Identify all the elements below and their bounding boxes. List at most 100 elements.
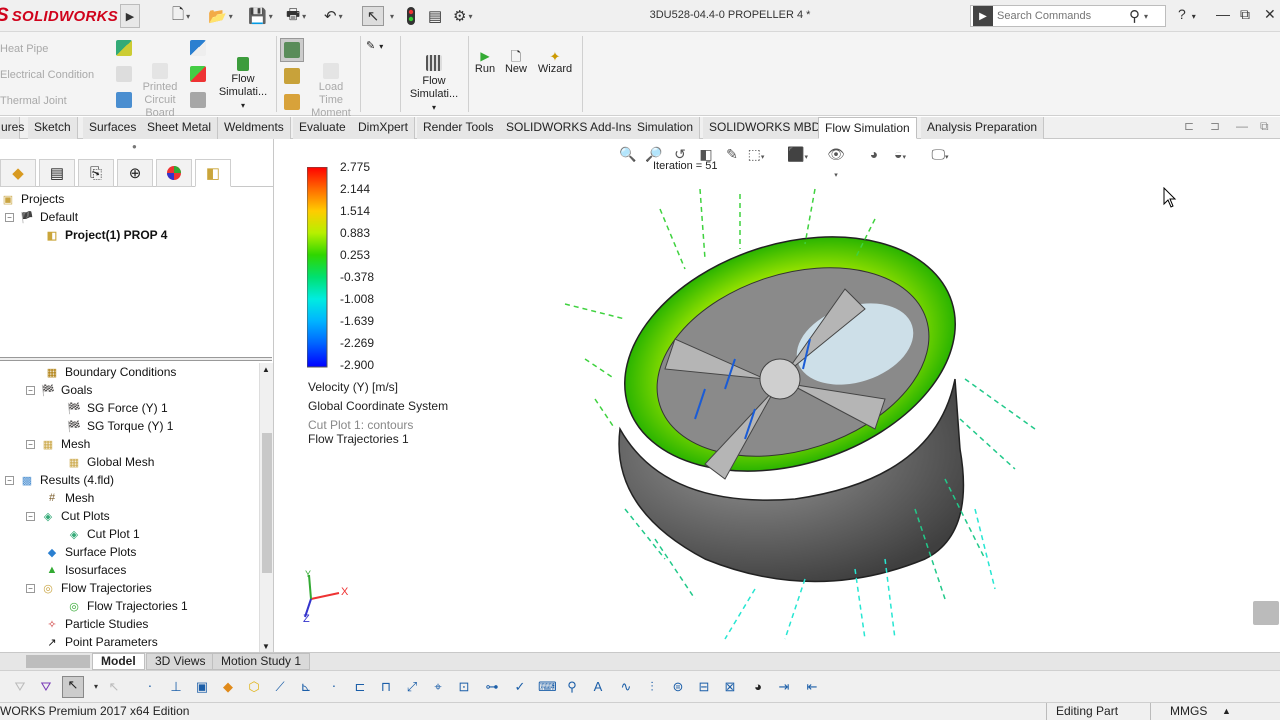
view-orientation-icon[interactable]: ⬚▾ bbox=[747, 145, 765, 163]
tree-global-mesh[interactable]: ▦ Global Mesh bbox=[66, 453, 155, 471]
flow-simulation-analysis-tree-tab-icon[interactable]: ◧ bbox=[195, 159, 231, 187]
edge-tool-icon[interactable]: ⟋ bbox=[272, 679, 288, 695]
text-tool-icon[interactable]: A bbox=[590, 679, 606, 695]
thermal-joint-label[interactable]: Thermal Joint bbox=[0, 95, 67, 107]
tree-projects[interactable]: ▣ Projects bbox=[0, 190, 65, 208]
body-tool-icon[interactable]: ⬡ bbox=[246, 679, 262, 695]
tree-flow-trajectories-1[interactable]: ◎ Flow Trajectories 1 bbox=[66, 597, 188, 615]
pane-splitter[interactable] bbox=[0, 357, 272, 361]
chart-tool-icon[interactable] bbox=[190, 66, 206, 86]
tree-mesh[interactable]: − ▦ Mesh bbox=[26, 435, 90, 453]
select-dropdown-arrow-icon[interactable]: ▾ bbox=[88, 679, 104, 695]
sketch-point-icon[interactable]: ⊓ bbox=[378, 679, 394, 695]
display-manager-tab-icon[interactable] bbox=[156, 159, 192, 187]
tab-simulation[interactable]: Simulation bbox=[631, 117, 701, 139]
display-style-icon[interactable]: ⬛▾ bbox=[787, 145, 808, 163]
propeller-duct-model[interactable] bbox=[555, 179, 1075, 649]
measure-icon[interactable]: ⌨ bbox=[538, 679, 557, 695]
face-tool-icon[interactable]: ▣ bbox=[194, 679, 210, 695]
tree-cut-plot-1[interactable]: ◈ Cut Plot 1 bbox=[66, 525, 140, 543]
edit-appearance-icon[interactable]: ◕ bbox=[865, 145, 883, 163]
export-tool-icon[interactable]: ⇥ bbox=[776, 679, 792, 695]
scrollbar-thumb[interactable] bbox=[262, 433, 272, 573]
task-pane-toggle-icon[interactable] bbox=[1253, 601, 1279, 625]
collapse-icon[interactable]: − bbox=[26, 511, 35, 521]
feature-manager-tab-icon[interactable]: ◆ bbox=[0, 159, 36, 187]
scroll-up-icon[interactable]: ▲ bbox=[262, 365, 270, 374]
selection-filter-icon[interactable]: ⛛ bbox=[38, 679, 54, 695]
tab-features[interactable]: ures bbox=[0, 117, 24, 139]
tree-sg-torque[interactable]: 🏁 SG Torque (Y) 1 bbox=[66, 417, 173, 435]
probe-tool-icon[interactable]: ⊜ bbox=[670, 679, 686, 695]
tab-weldments[interactable]: Weldments bbox=[218, 117, 291, 139]
wizard-button[interactable]: ✦ Wizard bbox=[536, 50, 574, 76]
reference-icon[interactable]: ⌖ bbox=[430, 679, 446, 695]
search-icon[interactable]: ⚲ bbox=[1129, 7, 1140, 25]
select-arrow-icon[interactable]: ↖ bbox=[62, 676, 84, 698]
sketch-segment-icon[interactable]: ⊏ bbox=[352, 679, 368, 695]
surface-tool-icon[interactable]: ◆ bbox=[220, 679, 236, 695]
sketch-pen-icon[interactable]: ✎ ▾ bbox=[366, 40, 383, 53]
close-icon[interactable]: ✕ bbox=[1264, 6, 1276, 23]
doc-restore-icon[interactable]: ⧉ bbox=[1260, 119, 1269, 134]
scroll-down-icon[interactable]: ▼ bbox=[262, 642, 270, 651]
load-time-moment-button[interactable]: Load Time Moment bbox=[308, 50, 354, 120]
tab-solidworks-mbd[interactable]: SOLIDWORKS MBD bbox=[703, 117, 828, 139]
tree-flow-trajectories[interactable]: − ◎ Flow Trajectories bbox=[26, 579, 152, 597]
coordinate-icon[interactable]: ⊡ bbox=[456, 679, 472, 695]
tree-project[interactable]: ◧ Project(1) PROP 4 bbox=[44, 226, 168, 244]
search-input[interactable] bbox=[997, 10, 1127, 22]
tab-flow-simulation[interactable]: Flow Simulation bbox=[818, 117, 917, 139]
tab-render-tools[interactable]: Render Tools bbox=[417, 117, 501, 139]
panel-left-icon[interactable]: ⊏ bbox=[1184, 119, 1194, 133]
filter-disabled-icon[interactable]: ⛛ bbox=[12, 679, 28, 695]
dimxpert-manager-tab-icon[interactable]: ⊕ bbox=[117, 159, 153, 187]
tree-point-parameters[interactable]: ↗ Point Parameters bbox=[44, 633, 157, 651]
tree-particle-studies[interactable]: ✧ Particle Studies bbox=[44, 615, 148, 633]
panel-pin-icon[interactable]: ● bbox=[132, 142, 137, 151]
tab-dimxpert[interactable]: DimXpert bbox=[352, 117, 416, 139]
point-tool-icon[interactable]: ⋅ bbox=[142, 679, 158, 695]
table-tool-icon[interactable]: ⊟ bbox=[696, 679, 712, 695]
tree-scrollbar[interactable]: ▲ ▼ bbox=[259, 363, 273, 653]
apply-scene-icon[interactable]: ◒▾ bbox=[891, 145, 909, 163]
check-icon[interactable]: ✓ bbox=[512, 679, 528, 695]
render-tool-icon[interactable]: ◕ bbox=[750, 679, 766, 695]
tree-boundary-conditions[interactable]: ▦ Boundary Conditions bbox=[44, 363, 177, 381]
run-button[interactable]: ▶ Run bbox=[474, 50, 496, 76]
axis-tool-icon[interactable]: ⊥ bbox=[168, 679, 184, 695]
collapse-icon[interactable]: − bbox=[5, 475, 14, 485]
goal-tool-icon[interactable] bbox=[190, 40, 206, 60]
electrical-condition-label[interactable]: Electrical Condition bbox=[0, 69, 94, 81]
collapse-icon[interactable]: − bbox=[5, 212, 14, 222]
disabled-select-icon[interactable]: ↖ bbox=[106, 679, 122, 695]
collapse-icon[interactable]: − bbox=[26, 385, 35, 395]
tree-results-mesh[interactable]: # Mesh bbox=[44, 489, 94, 507]
calc-region-icon[interactable] bbox=[284, 68, 300, 88]
heat-pipe-label[interactable]: Heat Pipe bbox=[0, 43, 48, 55]
new-button[interactable]: 🗋 New bbox=[504, 50, 528, 76]
dimension-icon[interactable]: ⤢ bbox=[404, 679, 420, 695]
tab-scroll-arrows[interactable] bbox=[26, 655, 90, 668]
tree-cut-plots[interactable]: − ◈ Cut Plots bbox=[26, 507, 110, 525]
tab-surfaces[interactable]: Surfaces bbox=[83, 117, 144, 139]
disabled-tool-icon[interactable] bbox=[116, 66, 132, 86]
mesh-tool-icon[interactable] bbox=[280, 38, 304, 62]
tree-sg-force[interactable]: 🏁 SG Force (Y) 1 bbox=[66, 399, 168, 417]
flow-simulation-button-1[interactable]: Flow Simulati... ▾ bbox=[216, 44, 270, 125]
printed-circuit-board-button[interactable]: Printed Circuit Board bbox=[140, 50, 180, 120]
tree-default[interactable]: − 🏴 Default bbox=[5, 208, 78, 226]
collapse-icon[interactable]: − bbox=[26, 439, 35, 449]
tree-isosurfaces[interactable]: ▲ Isosurfaces bbox=[44, 561, 127, 579]
parts-tool-icon[interactable] bbox=[190, 92, 206, 112]
plane-tool-icon[interactable]: ⋅ bbox=[326, 679, 342, 695]
tab-sketch[interactable]: Sketch bbox=[28, 117, 78, 139]
flow-simulation-button-2[interactable]: Flow Simulati... ▾ bbox=[406, 42, 462, 127]
panel-right-icon[interactable]: ⊐ bbox=[1210, 119, 1220, 133]
plot-tool-icon[interactable]: ∿ bbox=[618, 679, 634, 695]
tab-sheet-metal[interactable]: Sheet Metal bbox=[141, 117, 219, 139]
tab-analysis-preparation[interactable]: Analysis Preparation bbox=[921, 117, 1045, 139]
property-manager-tab-icon[interactable]: ▤ bbox=[39, 159, 75, 187]
dynamic-annotation-icon[interactable]: ✎ bbox=[723, 145, 741, 163]
vertex-tool-icon[interactable]: ⊾ bbox=[298, 679, 314, 695]
